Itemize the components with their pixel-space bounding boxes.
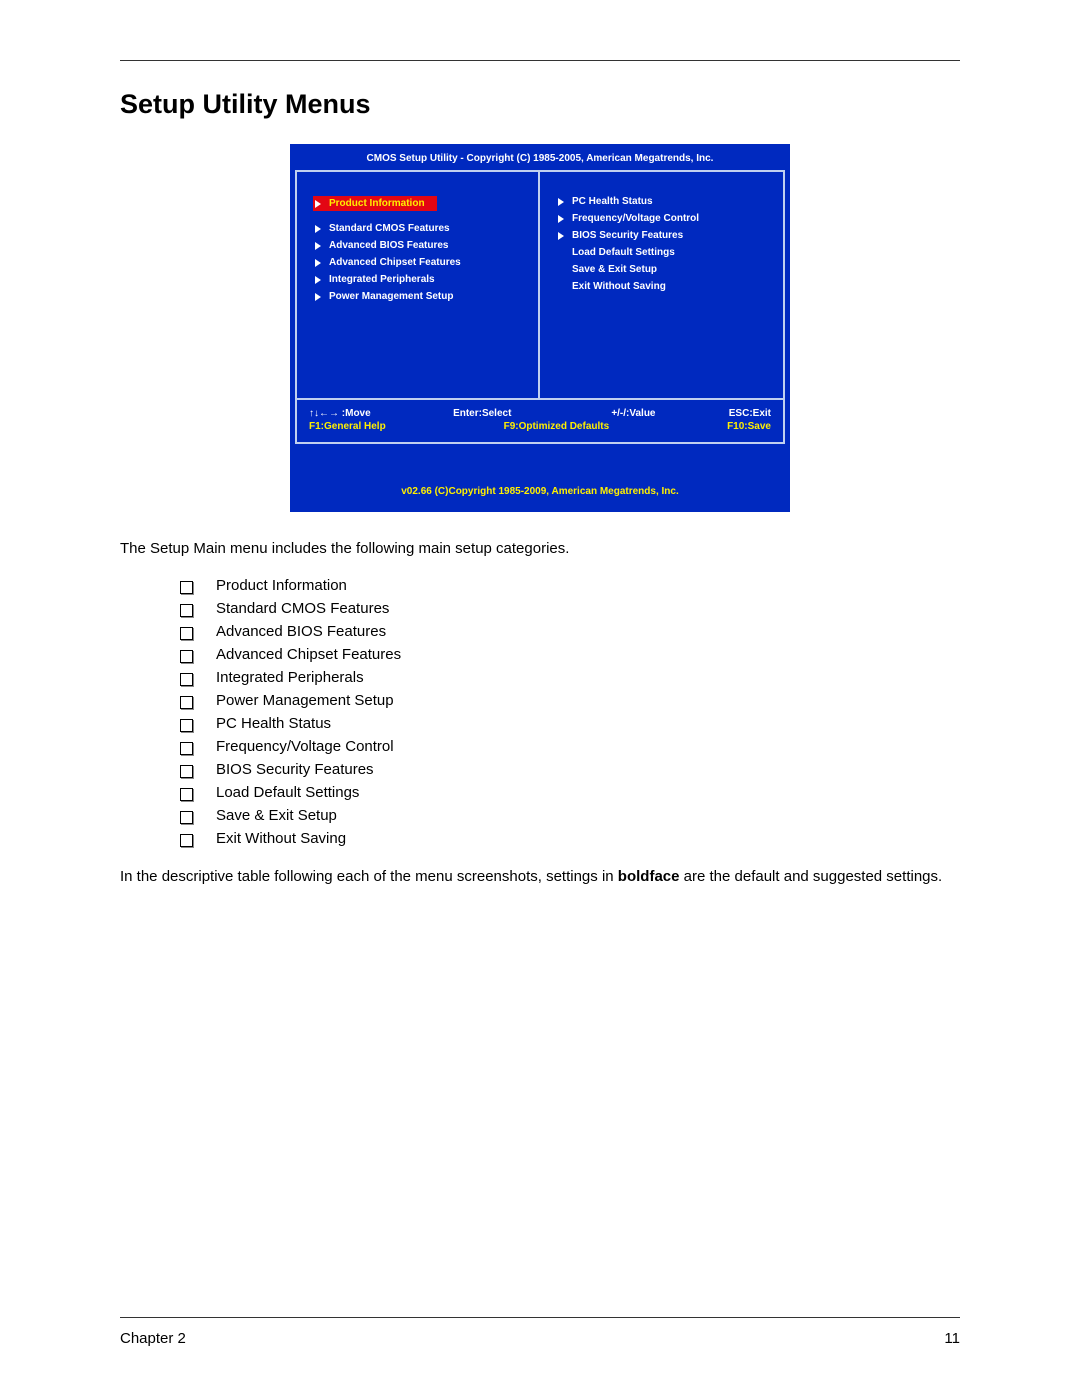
submenu-arrow-icon	[558, 232, 564, 240]
category-item: Load Default Settings	[180, 784, 960, 801]
bios-menu-label: Power Management Setup	[329, 291, 453, 302]
submenu-arrow-icon	[558, 215, 564, 223]
category-item: PC Health Status	[180, 715, 960, 732]
note-text: In the descriptive table following each …	[120, 867, 960, 887]
note-pre: In the descriptive table following each …	[120, 868, 618, 885]
bios-menu-item[interactable]: Frequency/Voltage Control	[558, 213, 773, 224]
bios-menu-label: Save & Exit Setup	[572, 264, 657, 275]
bios-help-bar: ↑↓←→ :Move Enter:Select +/-/:Value ESC:E…	[295, 400, 785, 444]
footer-chapter: Chapter 2	[120, 1330, 186, 1347]
bios-menu-label: Advanced BIOS Features	[329, 240, 448, 251]
category-item: Advanced BIOS Features	[180, 623, 960, 640]
bios-menu-label: Exit Without Saving	[572, 281, 666, 292]
note-bold: boldface	[618, 868, 680, 885]
category-item: Product Information	[180, 577, 960, 594]
bios-menu-left: Product Information Standard CMOS Feature…	[297, 172, 540, 398]
bios-menu-label: BIOS Security Features	[572, 230, 683, 241]
bios-menu-label: Frequency/Voltage Control	[572, 213, 699, 224]
category-item: Standard CMOS Features	[180, 600, 960, 617]
footer-page-number: 11	[944, 1330, 960, 1347]
category-item: Integrated Peripherals	[180, 669, 960, 686]
bios-menu-label: Load Default Settings	[572, 247, 675, 258]
bios-menu-item[interactable]: BIOS Security Features	[558, 230, 773, 241]
bios-menu-right: PC Health Status Frequency/Voltage Contro…	[540, 172, 783, 398]
bios-menu-label: PC Health Status	[572, 196, 653, 207]
submenu-arrow-icon	[315, 225, 321, 233]
bios-menu-item[interactable]: Save & Exit Setup	[558, 264, 773, 275]
help-f9: F9:Optimized Defaults	[386, 421, 727, 432]
bios-menu-label: Integrated Peripherals	[329, 274, 435, 285]
bios-menu-label: Product Information	[329, 198, 425, 209]
note-post: are the default and suggested settings.	[679, 868, 942, 885]
category-list: Product Information Standard CMOS Feature…	[180, 571, 960, 853]
submenu-arrow-icon	[315, 242, 321, 250]
help-value: +/-/:Value	[540, 408, 656, 419]
bios-menu-item[interactable]: Power Management Setup	[315, 291, 528, 302]
page-title: Setup Utility Menus	[120, 89, 960, 120]
help-f10: F10:Save	[727, 421, 771, 432]
submenu-arrow-icon	[315, 293, 321, 301]
bios-menu-item[interactable]: Product Information	[313, 196, 437, 211]
submenu-arrow-icon	[315, 259, 321, 267]
bios-menu-item[interactable]: Load Default Settings	[558, 247, 773, 258]
category-item: Save & Exit Setup	[180, 807, 960, 824]
bios-menu-label: Advanced Chipset Features	[329, 257, 461, 268]
bios-footer: v02.66 (C)Copyright 1985-2009, American …	[295, 444, 785, 507]
help-enter: Enter:Select	[425, 408, 541, 419]
category-item: Advanced Chipset Features	[180, 646, 960, 663]
submenu-arrow-icon	[558, 198, 564, 206]
submenu-arrow-icon	[315, 276, 321, 284]
bios-header: CMOS Setup Utility - Copyright (C) 1985-…	[295, 149, 785, 170]
help-esc: ESC:Exit	[656, 408, 772, 419]
page-footer: Chapter 2 11	[120, 1317, 960, 1347]
help-f1: F1:General Help	[309, 421, 386, 432]
category-item: Frequency/Voltage Control	[180, 738, 960, 755]
bios-menu-label: Standard CMOS Features	[329, 223, 450, 234]
bios-menu-item[interactable]: Exit Without Saving	[558, 281, 773, 292]
category-item: Exit Without Saving	[180, 830, 960, 847]
bios-menu-item[interactable]: Advanced BIOS Features	[315, 240, 528, 251]
bios-screenshot: CMOS Setup Utility - Copyright (C) 1985-…	[120, 144, 960, 512]
category-item: Power Management Setup	[180, 692, 960, 709]
help-move: ↑↓←→ :Move	[309, 408, 425, 419]
bios-menu-item[interactable]: Advanced Chipset Features	[315, 257, 528, 268]
bios-menu-item[interactable]: Standard CMOS Features	[315, 223, 528, 234]
category-item: BIOS Security Features	[180, 761, 960, 778]
top-rule	[120, 60, 960, 61]
bios-menu-item[interactable]: Integrated Peripherals	[315, 274, 528, 285]
bios-menu-item[interactable]: PC Health Status	[558, 196, 773, 207]
intro-text: The Setup Main menu includes the followi…	[120, 540, 960, 557]
submenu-arrow-icon	[315, 200, 321, 208]
